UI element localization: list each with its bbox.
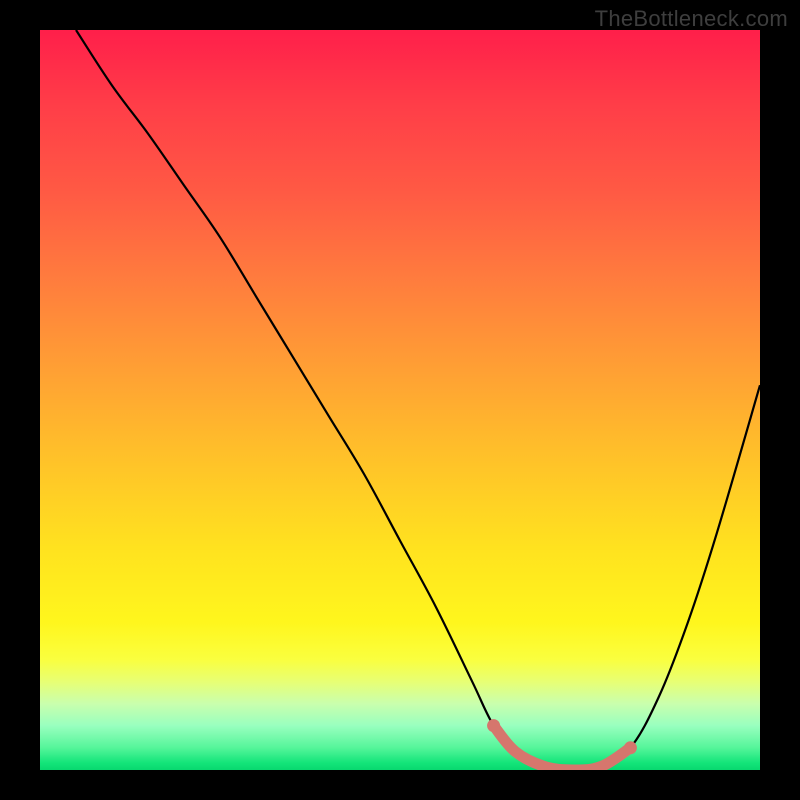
chart-frame: TheBottleneck.com bbox=[0, 0, 800, 800]
watermark-text: TheBottleneck.com bbox=[595, 6, 788, 32]
optimal-end-dot bbox=[624, 741, 637, 754]
optimal-band-highlight bbox=[494, 726, 631, 770]
optimal-start-dot bbox=[487, 719, 500, 732]
bottleneck-curve bbox=[76, 30, 760, 770]
curve-svg bbox=[40, 30, 760, 770]
plot-area bbox=[40, 30, 760, 770]
